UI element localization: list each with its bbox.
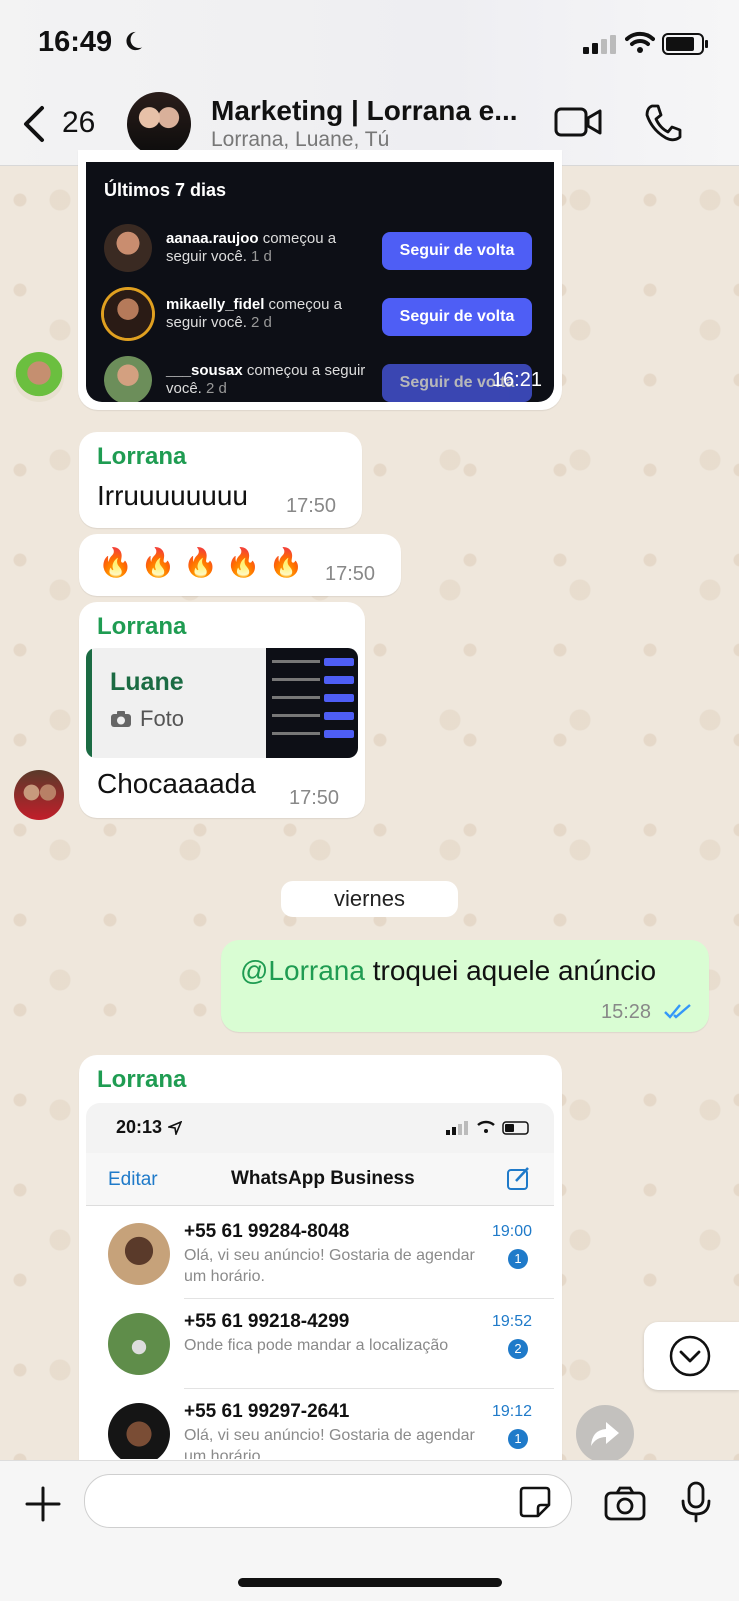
- screenshot-title: WhatsApp Business: [231, 1168, 415, 1189]
- chat-preview: Onde fica pode mandar a localização: [184, 1337, 449, 1354]
- edit-link: Editar: [108, 1169, 158, 1190]
- quoted-thumbnail: [266, 648, 358, 758]
- contact-avatar: [108, 1403, 170, 1459]
- chat-preview: Olá, vi seu anúncio! Gostaria de agendar…: [184, 1427, 475, 1459]
- contact-avatar: [108, 1223, 170, 1285]
- chat-list-item: +55 61 99218-4299 Onde fica pode mandar …: [86, 1299, 554, 1389]
- unread-count[interactable]: 26: [62, 106, 95, 140]
- camera-icon: [111, 711, 131, 727]
- sender-avatar[interactable]: [14, 352, 64, 402]
- signal-icon: [446, 1121, 468, 1135]
- activity-heading: Últimos 7 dias: [104, 180, 227, 200]
- follower-row: mikaelly_fidel começou a seguir você. 2 …: [100, 286, 540, 346]
- message-body: troquei aquele anúncio: [364, 955, 657, 986]
- message-text: Irruuuuuuuu: [97, 480, 249, 511]
- forward-arrow-icon: [591, 1422, 619, 1446]
- chat-time: 19:12: [491, 1403, 532, 1420]
- message-input[interactable]: [84, 1474, 572, 1528]
- follow-back-button: Seguir de volta: [382, 298, 532, 336]
- message-time: 17:50: [286, 495, 337, 517]
- chat-time: 19:00: [491, 1223, 532, 1240]
- video-call-icon[interactable]: [554, 104, 602, 140]
- follower-row: ___sousax começou a seguir você. 2 d Seg…: [100, 352, 540, 402]
- wifi-icon: [625, 31, 655, 53]
- back-chevron-icon[interactable]: [20, 104, 50, 144]
- follower-avatar: [104, 356, 152, 402]
- follow-back-button: Seguir de volta: [382, 232, 532, 270]
- follower-username: aanaa.raujoo: [166, 230, 259, 247]
- quoted-type: Foto: [140, 706, 185, 731]
- chat-list-item: +55 61 99297-2641 Olá, vi seu anúncio! G…: [86, 1389, 554, 1459]
- scroll-to-bottom-button[interactable]: [644, 1322, 739, 1390]
- follower-row: aanaa.raujoo começou a seguir você. 1 d …: [100, 220, 540, 280]
- chat-preview: Olá, vi seu anúncio! Gostaria de agendar…: [184, 1247, 475, 1285]
- contact-avatar: [108, 1313, 170, 1375]
- quoted-message[interactable]: Luane Foto: [86, 648, 358, 758]
- plus-icon[interactable]: [24, 1485, 62, 1523]
- phone-call-icon[interactable]: [644, 103, 682, 143]
- group-avatar[interactable]: [127, 92, 191, 156]
- message-text: Chocaaaada: [97, 768, 256, 799]
- mention[interactable]: @Lorrana: [240, 955, 365, 986]
- chat-list-item: +55 61 99284-8048 Olá, vi seu anúncio! G…: [86, 1209, 554, 1299]
- chat-title[interactable]: Marketing | Lorrana e...: [211, 95, 518, 127]
- chevron-down-icon: [669, 1335, 711, 1377]
- camera-icon[interactable]: [604, 1485, 646, 1521]
- contact-number: +55 61 99218-4299: [184, 1311, 350, 1332]
- quoted-sender: Luane: [110, 668, 184, 696]
- chat-time: 19:52: [491, 1313, 532, 1330]
- read-receipt-icon: [664, 1004, 691, 1019]
- instagram-screenshot-image[interactable]: Últimos 7 dias aanaa.raujoo começou a se…: [86, 162, 554, 402]
- moon-icon: [126, 31, 143, 51]
- unread-badge: 2: [508, 1339, 528, 1359]
- contact-number: +55 61 99284-8048: [184, 1221, 350, 1242]
- unread-badge: 1: [508, 1249, 528, 1269]
- wifi-icon: [477, 1120, 495, 1133]
- chat-participants[interactable]: Lorrana, Luane, Tú: [211, 128, 389, 152]
- chat-header: 16:49 26 Marketing | Lorrana e... Lorran…: [0, 0, 739, 166]
- quote-bar: [86, 648, 92, 758]
- follower-ago: 2 d: [201, 380, 227, 397]
- unread-badge: 1: [508, 1429, 528, 1449]
- message-time: 17:50: [289, 787, 340, 809]
- screenshot-time: 20:13: [116, 1117, 163, 1137]
- sender-name[interactable]: Lorrana: [97, 1066, 186, 1094]
- sender-name[interactable]: Lorrana: [97, 613, 186, 641]
- message-time: 15:28: [601, 1001, 652, 1023]
- battery-icon: [662, 33, 708, 55]
- follower-username: mikaelly_fidel: [166, 296, 265, 313]
- location-arrow-icon: [168, 1121, 182, 1135]
- home-indicator: [238, 1578, 502, 1587]
- microphone-icon[interactable]: [680, 1481, 712, 1523]
- message-time: 17:50: [325, 563, 376, 585]
- follower-avatar: [104, 290, 152, 338]
- whatsapp-business-screenshot-image[interactable]: 20:13 Editar WhatsApp Business +55 61 99…: [86, 1103, 554, 1459]
- date-separator: viernes: [281, 881, 458, 917]
- compose-icon: [507, 1167, 529, 1190]
- sender-name[interactable]: Lorrana: [97, 443, 186, 471]
- signal-icon: [583, 35, 616, 54]
- follower-ago: 1 d: [246, 248, 272, 265]
- sticker-icon[interactable]: [518, 1485, 552, 1519]
- battery-icon: [502, 1121, 529, 1135]
- contact-number: +55 61 99297-2641: [184, 1401, 350, 1422]
- follower-ago: 2 d: [246, 314, 272, 331]
- follower-username: ___sousax: [166, 362, 243, 379]
- forward-button[interactable]: [576, 1405, 634, 1463]
- message-time: 16:21: [491, 369, 542, 391]
- follower-avatar: [104, 224, 152, 272]
- sender-avatar[interactable]: [14, 770, 64, 820]
- message-text: @Lorrana troquei aquele anúncio: [240, 955, 656, 987]
- status-time: 16:49: [38, 26, 113, 58]
- message-text: 🔥 🔥 🔥 🔥 🔥: [98, 547, 304, 578]
